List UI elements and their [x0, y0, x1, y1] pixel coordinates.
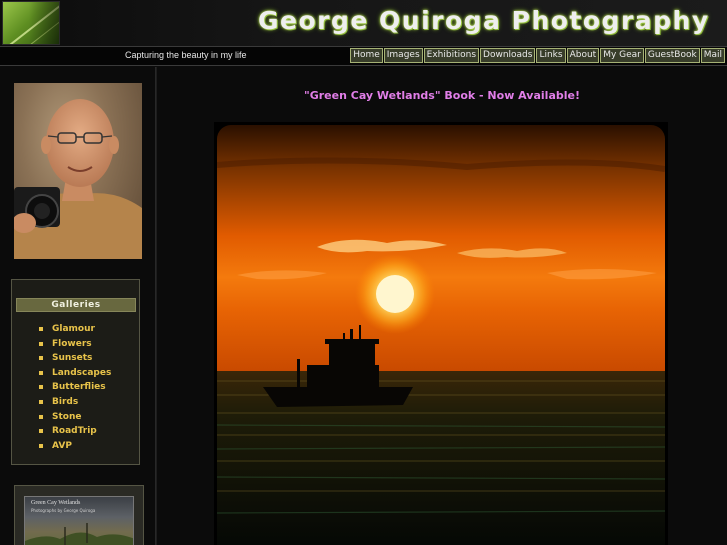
site-header: George Quiroga Photography	[0, 0, 727, 46]
bullet-icon	[39, 370, 43, 375]
gallery-link-sunsets[interactable]: Sunsets	[39, 351, 111, 366]
nav-about-button[interactable]: About	[566, 48, 600, 63]
leaf-icon[interactable]	[2, 1, 60, 45]
tagline: Capturing the beauty in my life	[125, 50, 247, 60]
bullet-icon	[39, 414, 43, 419]
gallery-link-avp[interactable]: AVP	[39, 439, 111, 454]
nav-mail-button[interactable]: Mail	[700, 48, 725, 63]
gallery-link-glamour[interactable]: Glamour	[39, 322, 111, 337]
navigation-bar: Capturing the beauty in my life Home Ima…	[0, 46, 727, 66]
nav-links: Home Images Exhibitions Downloads Links …	[350, 48, 725, 63]
site-title: George Quiroga Photography	[258, 6, 710, 35]
book-cover-image[interactable]: Green Cay Wetlands Photographs by George…	[24, 496, 134, 545]
featured-photo-frame	[214, 122, 668, 545]
gallery-link-flowers[interactable]: Flowers	[39, 337, 111, 352]
gallery-link-roadtrip[interactable]: RoadTrip	[39, 424, 111, 439]
book-announcement-link[interactable]: "Green Cay Wetlands" Book - Now Availabl…	[157, 89, 727, 102]
bullet-icon	[39, 443, 43, 448]
nav-exhibitions-button[interactable]: Exhibitions	[423, 48, 480, 63]
nav-images-button[interactable]: Images	[383, 48, 423, 63]
bullet-icon	[39, 399, 43, 404]
nav-my-gear-button[interactable]: My Gear	[600, 48, 644, 63]
nav-downloads-button[interactable]: Downloads	[480, 48, 536, 63]
photographer-portrait	[14, 83, 142, 259]
bullet-icon	[39, 356, 43, 361]
gallery-list: Glamour Flowers Sunsets Landscapes Butte…	[39, 322, 111, 453]
nav-guestbook-button[interactable]: GuestBook	[644, 48, 700, 63]
bullet-icon	[39, 341, 43, 346]
gallery-link-butterflies[interactable]: Butterflies	[39, 380, 111, 395]
bullet-icon	[39, 429, 43, 434]
sidebar: Galleries Glamour Flowers Sunsets Landsc…	[0, 67, 155, 545]
book-promo[interactable]: Green Cay Wetlands Photographs by George…	[14, 485, 144, 545]
nav-links-button[interactable]: Links	[536, 48, 566, 63]
galleries-panel: Galleries Glamour Flowers Sunsets Landsc…	[11, 279, 140, 465]
main-content: "Green Cay Wetlands" Book - Now Availabl…	[157, 67, 727, 545]
bullet-icon	[39, 385, 43, 390]
nav-home-button[interactable]: Home	[350, 48, 383, 63]
gallery-link-birds[interactable]: Birds	[39, 395, 111, 410]
gallery-link-landscapes[interactable]: Landscapes	[39, 366, 111, 381]
gallery-link-stone[interactable]: Stone	[39, 410, 111, 425]
bullet-icon	[39, 327, 43, 331]
galleries-heading: Galleries	[16, 298, 136, 312]
featured-sunset-photo[interactable]	[217, 125, 665, 545]
